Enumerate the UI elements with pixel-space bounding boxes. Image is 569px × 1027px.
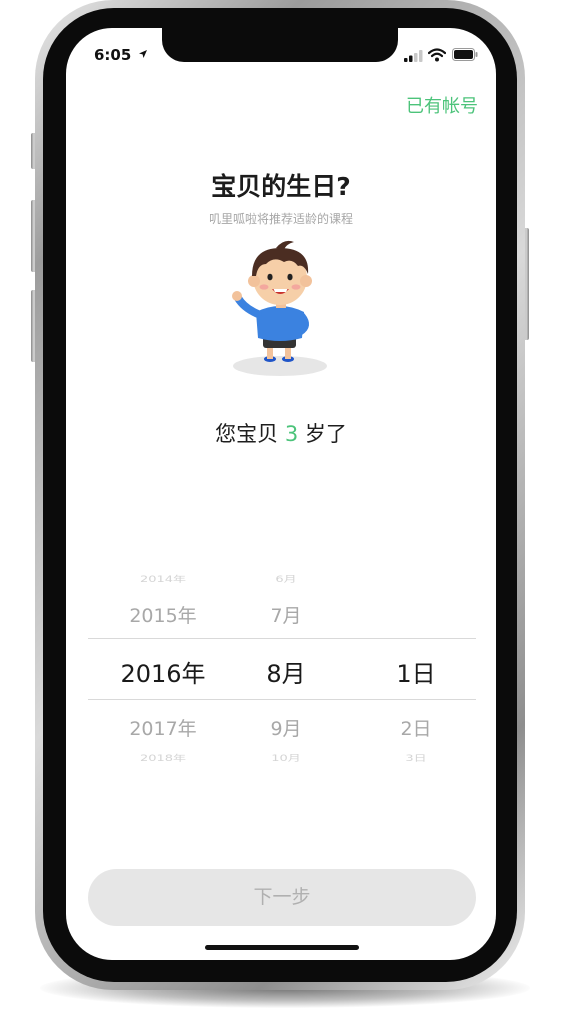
picker-month-option[interactable]: 9月 xyxy=(238,714,334,741)
picker-year-option[interactable]: 2015年 xyxy=(88,601,238,628)
age-value: 3 xyxy=(284,422,299,446)
picker-month-option[interactable]: 10月 xyxy=(238,751,334,764)
picker-year-selected[interactable]: 2016年 xyxy=(88,654,238,689)
home-indicator[interactable] xyxy=(205,945,359,950)
picker-top-divider xyxy=(88,638,476,639)
picker-day-option[interactable]: 2日 xyxy=(364,714,468,741)
picker-month-option[interactable]: 7月 xyxy=(238,601,334,628)
baby-age-text: 您宝贝 3 岁了 xyxy=(66,418,496,448)
page-subtitle: 叽里呱啦将推荐适龄的课程 xyxy=(208,212,353,226)
app-screen: 6:05 已有帐号 宝贝的生日? 叽里呱啦将推荐适龄的课程 您宝贝 3 岁了 2… xyxy=(66,28,496,960)
picker-bottom-divider xyxy=(88,699,476,700)
location-arrow-icon xyxy=(139,50,147,58)
notch xyxy=(162,28,398,62)
page-title: 宝贝的生日? xyxy=(211,172,351,201)
boy-mascot-illustration xyxy=(232,240,327,376)
picker-year-option[interactable]: 2017年 xyxy=(88,714,238,741)
picker-day-selected[interactable]: 1日 xyxy=(364,654,468,689)
birthday-picker[interactable]: 2014年 2015年 2016年 2017年 2018年 6月 7月 8月 9… xyxy=(88,562,476,782)
picker-year-option[interactable]: 2014年 xyxy=(88,572,238,585)
battery-icon xyxy=(452,48,478,61)
have-account-link[interactable]: 已有帐号 xyxy=(406,92,478,118)
age-suffix: 岁了 xyxy=(304,422,347,446)
picker-month-option[interactable]: 6月 xyxy=(238,572,334,585)
signal-icon xyxy=(404,50,423,62)
status-time: 6:05 xyxy=(94,46,132,64)
picker-day-option[interactable]: 3日 xyxy=(364,751,468,764)
next-step-button[interactable]: 下一步 xyxy=(88,869,476,926)
picker-year-option[interactable]: 2018年 xyxy=(88,751,238,764)
wifi-icon xyxy=(428,48,446,62)
age-prefix: 您宝贝 xyxy=(215,422,279,446)
picker-month-selected[interactable]: 8月 xyxy=(238,654,334,689)
